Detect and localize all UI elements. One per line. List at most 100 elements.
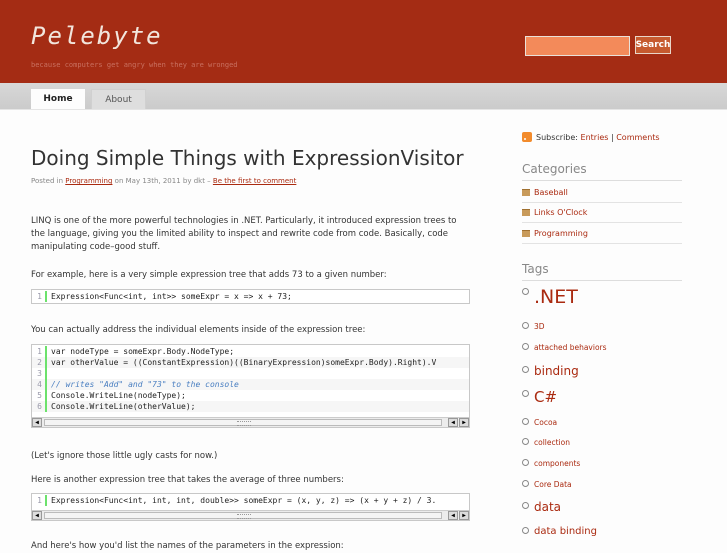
code-text: Expression<Func<int, int, int, double>> … — [51, 496, 437, 505]
meta-posted-in: Posted in — [31, 177, 64, 185]
category-label: Baseball — [534, 188, 568, 197]
tag-link[interactable]: data — [522, 500, 561, 514]
gear-icon — [522, 502, 529, 509]
tag-link[interactable]: data binding — [522, 526, 597, 537]
gear-icon — [522, 438, 529, 445]
divider — [522, 243, 682, 244]
gear-icon — [522, 459, 529, 466]
subscribe-separator: | — [610, 132, 614, 142]
code-text: var nodeType = someExpr.Body.NodeType; — [51, 347, 235, 356]
folder-icon — [522, 230, 530, 237]
scroll-left-icon[interactable]: ◀ — [32, 418, 42, 427]
tag-link[interactable]: 3D — [522, 322, 545, 331]
grip-icon — [237, 514, 251, 519]
site-tagline: because computers get angry when they ar… — [31, 61, 238, 69]
code-text: Expression<Func<int, int>> someExpr = x … — [51, 292, 292, 301]
tag-label: C# — [534, 388, 558, 406]
site-title[interactable]: Pelebyte — [31, 22, 163, 50]
gear-icon — [522, 343, 529, 350]
subscribe-links: Subscribe: Entries | Comments — [522, 132, 660, 142]
code-text: Console.WriteLine(nodeType); — [51, 391, 186, 400]
gear-icon — [522, 322, 529, 329]
search-button[interactable]: Search — [635, 36, 671, 54]
tab-home[interactable]: Home — [31, 89, 85, 109]
tab-about[interactable]: About — [91, 89, 146, 109]
rss-icon[interactable] — [522, 132, 532, 142]
category-link-links-oclock[interactable]: Links O'Clock — [522, 208, 587, 217]
tag-label: attached behaviors — [534, 343, 607, 352]
tag-link[interactable]: Core Data — [522, 480, 572, 489]
subscribe-label: Subscribe: — [536, 132, 578, 142]
horizontal-scrollbar[interactable]: ◀ ◀ ▶ — [32, 417, 469, 427]
meta-comment-link[interactable]: Be the first to comment — [213, 177, 296, 185]
gear-icon — [522, 480, 529, 487]
line-number: 5 — [32, 390, 47, 401]
code-line: 1 Expression<Func<int, int, int, double>>… — [32, 495, 469, 506]
line-number: 1 — [32, 346, 47, 357]
code-line: 1 Expression<Func<int, int>> someExpr = x… — [32, 291, 469, 302]
line-number: 1 — [32, 291, 47, 302]
code-block: 1 Expression<Func<int, int, int, double>>… — [31, 493, 470, 521]
tag-label: Cocoa — [534, 418, 558, 427]
post-meta: Posted in Programming on May 13th, 2011 … — [31, 177, 296, 185]
category-label: Links O'Clock — [534, 208, 588, 217]
scroll-left-icon[interactable]: ◀ — [32, 511, 42, 520]
post-paragraph: For example, here is a very simple expre… — [31, 270, 387, 280]
categories-heading: Categories — [522, 162, 682, 181]
line-number: 3 — [32, 368, 47, 379]
code-line: 2 var otherValue = ((ConstantExpression)(… — [32, 357, 469, 368]
code-block: 1 var nodeType = someExpr.Body.NodeType; … — [31, 344, 470, 428]
tag-link[interactable]: collection — [522, 438, 570, 447]
scroll-right-icon[interactable]: ▶ — [459, 511, 469, 520]
subscribe-comments-link[interactable]: Comments — [616, 133, 659, 142]
scroll-thumb[interactable] — [44, 512, 442, 519]
tag-label: .NET — [534, 286, 578, 308]
tag-link[interactable]: .NET — [522, 286, 578, 308]
meta-category-link[interactable]: Programming — [65, 177, 112, 185]
tag-label: data — [534, 500, 562, 514]
category-label: Programming — [534, 229, 588, 238]
gear-icon — [522, 366, 529, 373]
tag-label: components — [534, 459, 581, 468]
gear-icon — [522, 390, 529, 397]
grip-icon — [237, 421, 251, 426]
site-header: Pelebyte because computers get angry whe… — [0, 0, 727, 83]
tag-label: collection — [534, 438, 570, 447]
code-line: 3 — [32, 368, 469, 379]
line-number: 2 — [32, 357, 47, 368]
tag-label: Core Data — [534, 480, 572, 489]
post-paragraph: And here's how you'd list the names of t… — [31, 541, 344, 551]
scroll-right-icon[interactable]: ▶ — [459, 418, 469, 427]
code-line: 5 Console.WriteLine(nodeType); — [32, 390, 469, 401]
subscribe-entries-link[interactable]: Entries — [581, 133, 609, 142]
code-text: var otherValue = ((ConstantExpression)((… — [51, 358, 437, 367]
tag-label: binding — [534, 364, 579, 378]
code-comment: // writes "Add" and "73" to the console — [51, 380, 239, 389]
line-number: 6 — [32, 401, 47, 412]
post-title[interactable]: Doing Simple Things with ExpressionVisit… — [31, 146, 464, 170]
scroll-thumb[interactable] — [44, 419, 442, 426]
tags-heading: Tags — [522, 262, 682, 281]
tag-label: data binding — [534, 526, 597, 537]
tag-link[interactable]: C# — [522, 388, 557, 406]
tag-link[interactable]: attached behaviors — [522, 343, 607, 352]
scroll-left-icon[interactable]: ◀ — [448, 418, 458, 427]
tag-link[interactable]: Cocoa — [522, 418, 557, 427]
folder-icon — [522, 209, 530, 216]
meta-date: on May 13th, 2011 by dkt – — [114, 177, 211, 185]
tag-link[interactable]: components — [522, 459, 580, 468]
post-paragraph: LINQ is one of the more powerful technol… — [31, 216, 457, 252]
horizontal-scrollbar[interactable]: ◀ ◀ ▶ — [32, 510, 469, 520]
nav-bar: Home About — [0, 83, 727, 110]
category-link-baseball[interactable]: Baseball — [522, 188, 568, 197]
post-paragraph: (Let's ignore those little ugly casts fo… — [31, 451, 218, 461]
post-paragraph: You can actually address the individual … — [31, 325, 366, 335]
gear-icon — [522, 288, 529, 295]
search-input[interactable] — [525, 36, 630, 56]
tag-label: 3D — [534, 322, 545, 331]
scroll-left-icon[interactable]: ◀ — [448, 511, 458, 520]
gear-icon — [522, 527, 529, 534]
tag-link[interactable]: binding — [522, 364, 579, 378]
line-number: 1 — [32, 495, 47, 506]
category-link-programming[interactable]: Programming — [522, 229, 588, 238]
